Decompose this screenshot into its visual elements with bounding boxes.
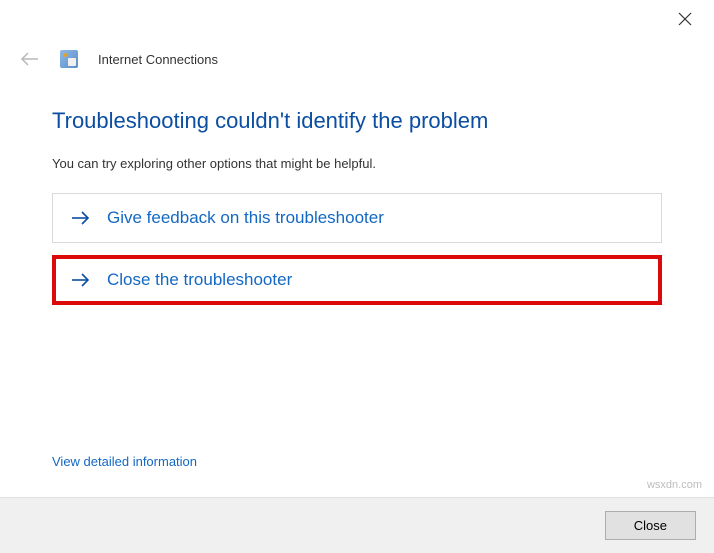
troubleshooter-icon — [60, 50, 78, 68]
arrow-right-icon — [71, 210, 91, 226]
titlebar — [0, 0, 714, 40]
option-give-feedback[interactable]: Give feedback on this troubleshooter — [52, 193, 662, 243]
option-close-troubleshooter[interactable]: Close the troubleshooter — [52, 255, 662, 305]
option-label: Give feedback on this troubleshooter — [107, 208, 384, 228]
option-label: Close the troubleshooter — [107, 270, 292, 290]
page-description: You can try exploring other options that… — [52, 156, 662, 171]
page-heading: Troubleshooting couldn't identify the pr… — [52, 108, 662, 134]
window-title: Internet Connections — [98, 52, 218, 67]
arrow-right-icon — [71, 272, 91, 288]
back-arrow-icon — [20, 52, 40, 66]
header: Internet Connections — [0, 40, 714, 68]
watermark: wsxdn.com — [647, 479, 702, 491]
close-icon[interactable] — [674, 8, 696, 30]
content-area: Troubleshooting couldn't identify the pr… — [0, 68, 714, 305]
close-button[interactable]: Close — [605, 511, 696, 540]
footer: Close — [0, 497, 714, 553]
view-detailed-information-link[interactable]: View detailed information — [52, 454, 197, 469]
